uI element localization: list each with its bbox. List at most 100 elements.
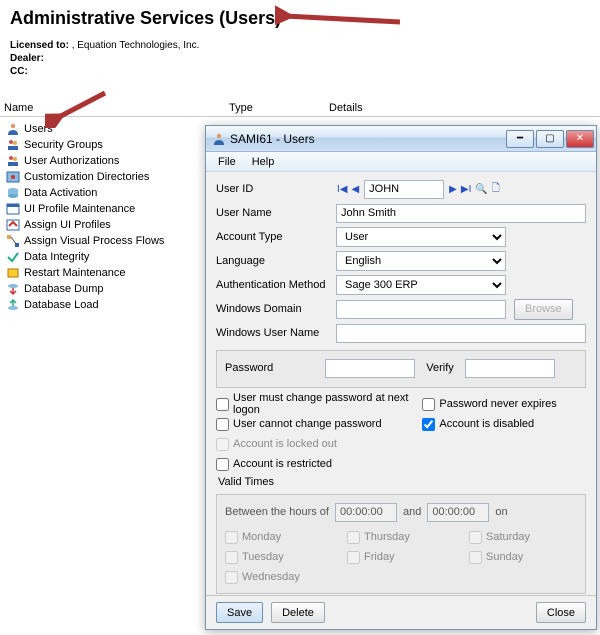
sidebar-item-label: Database Load	[24, 299, 99, 311]
profile-assign-icon	[6, 218, 20, 232]
time-to-input	[427, 503, 489, 522]
delete-button[interactable]: Delete	[271, 602, 325, 623]
day-wed-checkbox	[225, 571, 238, 584]
day-thu-label: Thursday	[364, 531, 410, 543]
cannot-change-label: User cannot change password	[233, 418, 382, 430]
win-domain-label: Windows Domain	[216, 303, 336, 315]
profile-icon	[6, 202, 20, 216]
win-domain-input[interactable]	[336, 300, 506, 319]
win-user-input[interactable]	[336, 324, 586, 343]
license-block: Licensed to: , Equation Technologies, In…	[10, 39, 590, 78]
dealer-label: Dealer:	[10, 53, 44, 64]
col-type-header[interactable]: Type	[229, 102, 329, 114]
locked-out-label: Account is locked out	[233, 438, 337, 450]
day-sun-checkbox	[469, 551, 482, 564]
sidebar-item-restart-maint[interactable]: Restart Maintenance	[4, 265, 196, 281]
sidebar-item-label: User Authorizations	[24, 155, 119, 167]
save-button[interactable]: Save	[216, 602, 263, 623]
between-label: Between the hours of	[225, 506, 329, 518]
auth-method-select[interactable]: Sage 300 ERP	[336, 275, 506, 295]
time-from-input	[335, 503, 397, 522]
sidebar-item-assign-vpf[interactable]: Assign Visual Process Flows	[4, 233, 196, 249]
user-name-label: User Name	[216, 207, 336, 219]
day-sun-label: Sunday	[486, 551, 523, 563]
new-record-icon[interactable]: 🗋	[491, 181, 501, 198]
nav-prev-icon[interactable]: ◀	[350, 184, 360, 195]
never-expires-checkbox[interactable]	[422, 398, 435, 411]
locked-out-checkbox	[216, 438, 229, 451]
must-change-checkbox[interactable]	[216, 398, 229, 411]
page-title: Administrative Services (Users)	[10, 8, 590, 29]
win-user-label: Windows User Name	[216, 327, 336, 339]
menu-help[interactable]: Help	[244, 152, 283, 171]
sidebar-item-label: Users	[24, 123, 53, 135]
flow-icon	[6, 234, 20, 248]
password-label: Password	[225, 362, 325, 374]
minimize-button[interactable]: ━	[506, 130, 534, 148]
verify-input[interactable]	[465, 359, 555, 378]
nav-next-icon[interactable]: ▶	[448, 184, 458, 195]
folder-gear-icon	[6, 170, 20, 184]
sidebar-item-assign-ui-profiles[interactable]: Assign UI Profiles	[4, 217, 196, 233]
search-icon[interactable]: 🔍	[474, 184, 488, 195]
browse-button[interactable]: Browse	[514, 299, 573, 320]
sidebar-item-label: Data Activation	[24, 187, 97, 199]
app-icon	[212, 132, 226, 146]
sidebar-item-label: Assign UI Profiles	[24, 219, 111, 231]
disabled-checkbox[interactable]	[422, 418, 435, 431]
user-id-input[interactable]	[364, 180, 444, 199]
check-icon	[6, 250, 20, 264]
restricted-checkbox[interactable]	[216, 458, 229, 471]
titlebar[interactable]: SAMI61 - Users ━ ▢ ✕	[206, 126, 596, 152]
sidebar-item-user-auth[interactable]: User Authorizations	[4, 153, 196, 169]
sidebar-item-users[interactable]: Users	[4, 121, 196, 137]
col-details-header[interactable]: Details	[329, 102, 596, 114]
day-tue-label: Tuesday	[242, 551, 284, 563]
nav-last-icon[interactable]: ▶I	[460, 184, 472, 195]
day-tue-checkbox	[225, 551, 238, 564]
password-input[interactable]	[325, 359, 415, 378]
menu-file[interactable]: File	[210, 152, 244, 171]
sidebar-item-data-integrity[interactable]: Data Integrity	[4, 249, 196, 265]
never-expires-label: Password never expires	[439, 398, 556, 410]
maximize-button[interactable]: ▢	[536, 130, 564, 148]
sidebar-item-label: Security Groups	[24, 139, 103, 151]
account-type-label: Account Type	[216, 231, 336, 243]
sidebar-item-label: Customization Directories	[24, 171, 149, 183]
db-up-icon	[6, 298, 20, 312]
language-label: Language	[216, 255, 336, 267]
dialog-title: SAMI61 - Users	[230, 132, 504, 146]
valid-times-panel: Between the hours of and on Monday Tuesd…	[216, 494, 586, 594]
col-name-header[interactable]: Name	[4, 102, 229, 114]
restart-icon	[6, 266, 20, 280]
nav-first-icon[interactable]: I◀	[336, 184, 348, 195]
column-headers: Name Type Details	[0, 100, 600, 117]
sidebar-item-db-dump[interactable]: Database Dump	[4, 281, 196, 297]
sidebar-item-label: Assign Visual Process Flows	[24, 235, 164, 247]
sidebar-item-customization-dirs[interactable]: Customization Directories	[4, 169, 196, 185]
menubar: File Help	[206, 152, 596, 172]
sidebar-item-data-activation[interactable]: Data Activation	[4, 185, 196, 201]
account-type-select[interactable]: User	[336, 227, 506, 247]
user-name-input[interactable]	[336, 204, 586, 223]
dialog-footer: Save Delete Close	[206, 595, 596, 629]
day-sat-label: Saturday	[486, 531, 530, 543]
day-fri-checkbox	[347, 551, 360, 564]
sidebar-item-security-groups[interactable]: Security Groups	[4, 137, 196, 153]
cannot-change-checkbox[interactable]	[216, 418, 229, 431]
day-thu-checkbox	[347, 531, 360, 544]
must-change-label: User must change password at next logon	[233, 392, 412, 416]
sidebar-item-ui-profile-maint[interactable]: UI Profile Maintenance	[4, 201, 196, 217]
valid-times-title: Valid Times	[218, 476, 586, 488]
verify-label: Verify	[415, 362, 465, 374]
sidebar-item-label: Database Dump	[24, 283, 104, 295]
close-button[interactable]: Close	[536, 602, 586, 623]
language-select[interactable]: English	[336, 251, 506, 271]
sidebar-item-db-load[interactable]: Database Load	[4, 297, 196, 313]
close-window-button[interactable]: ✕	[566, 130, 594, 148]
sidebar: Users Security Groups User Authorization…	[0, 117, 200, 317]
day-fri-label: Friday	[364, 551, 395, 563]
sidebar-item-label: Data Integrity	[24, 251, 89, 263]
on-label: on	[495, 506, 507, 518]
day-sat-checkbox	[469, 531, 482, 544]
